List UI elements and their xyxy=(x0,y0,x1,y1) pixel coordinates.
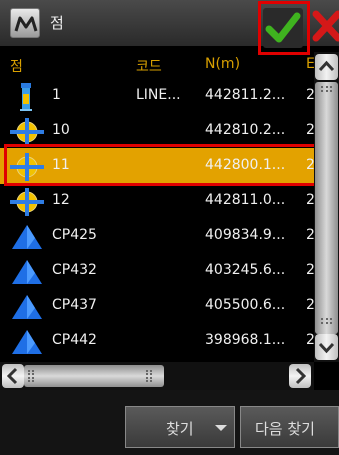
point-row[interactable]: 11 442800.1... 2 xyxy=(0,148,314,184)
column-header-code[interactable]: 코드 xyxy=(136,56,162,76)
point-name: 12 xyxy=(52,192,70,208)
find-button-label: 찾기 xyxy=(166,420,194,438)
horizontal-scrollbar[interactable] xyxy=(0,362,314,390)
point-name: 11 xyxy=(52,157,70,173)
point-name: CP425 xyxy=(52,227,97,243)
point-name: CP442 xyxy=(52,332,97,348)
control-point-triangle-icon xyxy=(8,327,46,357)
scroll-up-button[interactable] xyxy=(315,54,338,80)
point-row[interactable]: 10 442810.2... 2 xyxy=(0,113,314,149)
point-easting: 2 xyxy=(306,262,314,278)
grip-icon xyxy=(321,318,332,324)
caret-down-icon xyxy=(215,425,227,431)
grip-icon xyxy=(28,370,34,382)
grip-icon xyxy=(146,370,152,382)
point-easting: 2 xyxy=(306,192,314,208)
window-title: 점 xyxy=(50,14,64,32)
control-point-triangle-icon xyxy=(8,292,46,322)
point-northing: 405500.6... xyxy=(205,297,286,313)
point-northing: 442810.2... xyxy=(205,122,286,138)
vertical-scroll-thumb[interactable] xyxy=(315,82,338,334)
find-next-button[interactable]: 다음 찾기 xyxy=(240,406,339,448)
point-row[interactable]: CP442 398968.1... 2 xyxy=(0,323,314,359)
point-northing: 442800.1... xyxy=(205,157,286,173)
bottom-toolbar: 찾기 다음 찾기 xyxy=(0,390,339,455)
vertical-scrollbar[interactable] xyxy=(314,52,339,362)
horizontal-scroll-thumb[interactable] xyxy=(24,365,164,387)
point-northing: 409834.9... xyxy=(205,227,286,243)
point-northing: 442811.2... xyxy=(205,87,286,103)
point-name: CP437 xyxy=(52,297,97,313)
point-row[interactable]: CP437 405500.6... 2 xyxy=(0,288,314,324)
find-next-button-label: 다음 찾기 xyxy=(255,420,315,438)
point-northing: 403245.6... xyxy=(205,262,286,278)
ok-button[interactable] xyxy=(261,6,307,52)
column-header: 점 코드 N(m) E xyxy=(0,52,314,78)
point-row[interactable]: CP425 409834.9... 2 xyxy=(0,218,314,254)
instrument-station-icon xyxy=(8,82,46,112)
chevron-right-icon xyxy=(295,367,307,385)
chevron-down-icon xyxy=(318,342,335,354)
scroll-down-button[interactable] xyxy=(315,334,338,360)
point-northing: 442811.0... xyxy=(205,192,286,208)
close-icon xyxy=(312,10,339,42)
close-button[interactable] xyxy=(308,6,339,46)
point-easting: 2 xyxy=(306,122,314,138)
point-easting: 2 xyxy=(306,227,314,243)
m-logo-icon[interactable] xyxy=(10,8,40,38)
check-icon xyxy=(263,8,303,48)
column-header-northing[interactable]: N(m) xyxy=(205,56,240,72)
point-name: 1 xyxy=(52,87,61,103)
point-easting: 2 xyxy=(306,297,314,313)
point-easting: 2 xyxy=(306,332,314,348)
point-row[interactable]: CP432 403245.6... 2 xyxy=(0,253,314,289)
point-name: CP432 xyxy=(52,262,97,278)
point-name: 10 xyxy=(52,122,70,138)
scroll-left-button[interactable] xyxy=(2,364,24,388)
point-easting: 2 xyxy=(306,87,314,103)
point-northing: 398968.1... xyxy=(205,332,286,348)
point-target-icon xyxy=(8,187,46,217)
column-header-easting[interactable]: E xyxy=(306,56,314,72)
point-row[interactable]: 12 442811.0... 2 xyxy=(0,183,314,219)
control-point-triangle-icon xyxy=(8,257,46,287)
point-easting: 2 xyxy=(306,157,314,173)
point-list: 1 LINE... 442811.2... 2 10 442810.2... 2 11 4428… xyxy=(0,78,314,362)
point-target-icon xyxy=(8,152,46,182)
title-bar: 점 xyxy=(0,0,339,48)
scroll-right-button[interactable] xyxy=(289,364,311,388)
column-header-point[interactable]: 점 xyxy=(10,56,23,76)
chevron-up-icon xyxy=(318,60,335,72)
point-row[interactable]: 1 LINE... 442811.2... 2 xyxy=(0,78,314,114)
grip-icon xyxy=(321,86,332,92)
find-button[interactable]: 찾기 xyxy=(125,406,235,448)
control-point-triangle-icon xyxy=(8,222,46,252)
point-code: LINE... xyxy=(136,87,181,103)
point-target-icon xyxy=(8,117,46,147)
chevron-left-icon xyxy=(6,367,18,385)
